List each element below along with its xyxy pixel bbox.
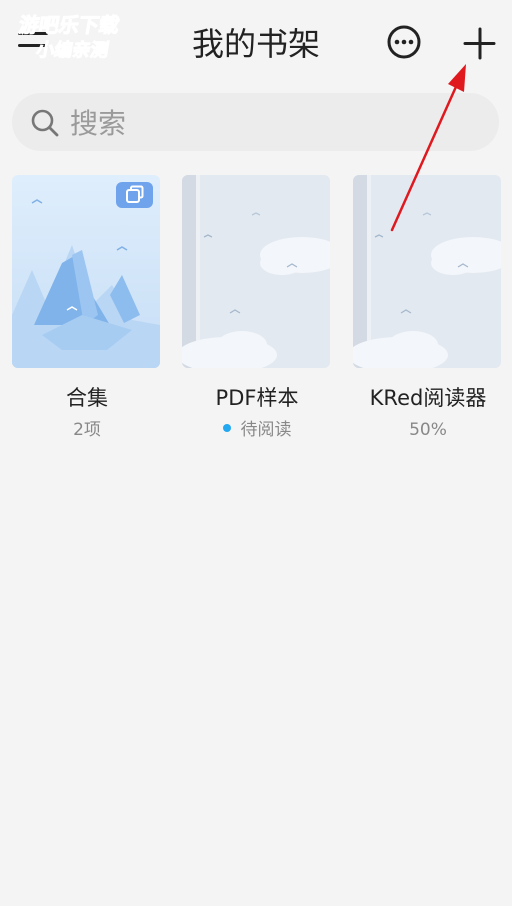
collection-stack-icon (116, 182, 153, 208)
svg-text:小编亲测: 小编亲测 (35, 39, 111, 61)
book-item-count: 2项 (73, 420, 101, 440)
book-status: 待阅读 (182, 418, 332, 442)
book-title: KRed阅读器 (369, 386, 487, 410)
book-cover[interactable] (12, 175, 160, 368)
search-bar[interactable] (12, 93, 499, 151)
cover-cloud-art (353, 175, 501, 368)
book-item-collection[interactable]: 合集 2项 (12, 175, 162, 442)
book-title: PDF样本 (215, 386, 299, 410)
cover-cloud-art (182, 175, 330, 368)
book-item-pdf-sample[interactable]: PDF样本 待阅读 (182, 175, 332, 442)
add-button[interactable] (460, 24, 500, 64)
more-button[interactable] (386, 24, 422, 60)
search-input[interactable] (68, 102, 472, 144)
book-cover[interactable] (182, 175, 330, 368)
unread-dot-icon (222, 424, 231, 432)
watermark-logo: 游吧乐下载 小编亲测 (16, 13, 121, 62)
top-bar: 我的书架 游吧乐下载 小编亲测 (0, 0, 512, 88)
book-title: 合集 (66, 386, 108, 410)
book-progress: 50% (409, 420, 447, 440)
book-cover[interactable] (353, 175, 501, 368)
book-status-label: 待阅读 (240, 420, 292, 440)
search-icon (31, 109, 59, 137)
svg-text:游吧乐下载: 游吧乐下载 (17, 13, 121, 37)
book-item-kred-reader[interactable]: KRed阅读器 50% (353, 175, 503, 442)
